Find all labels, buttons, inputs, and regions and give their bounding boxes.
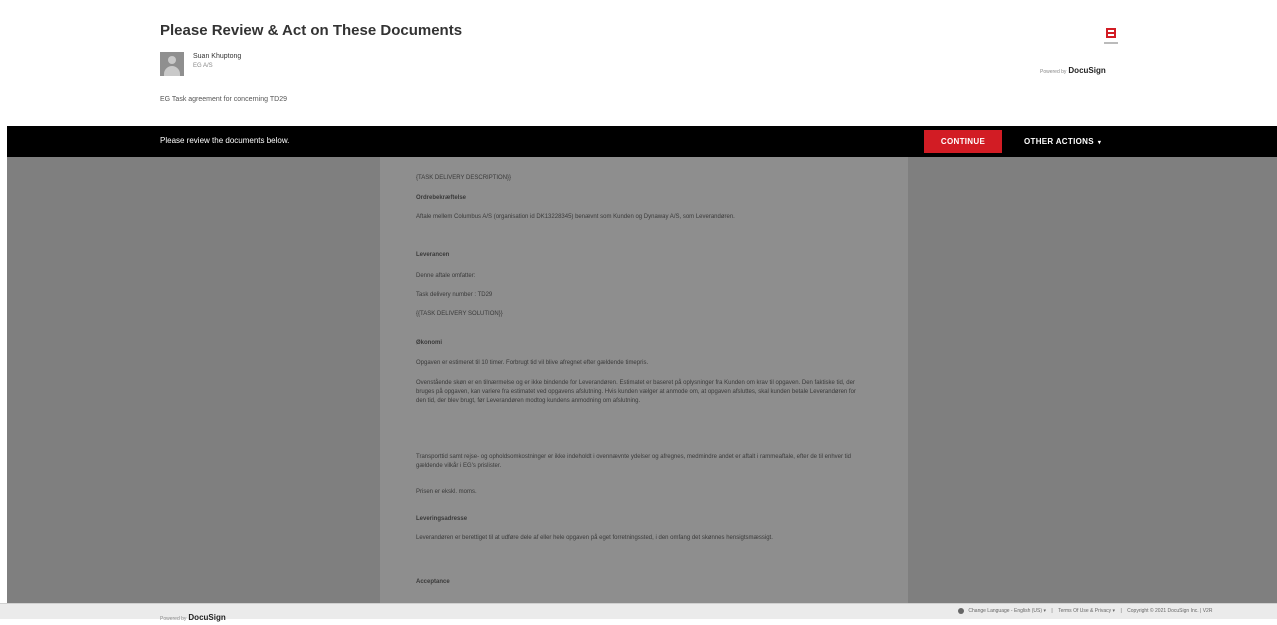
caret-down-icon: ▾ (1043, 608, 1046, 614)
doc-paragraph: Transporttid samt rejse- og opholdsomkos… (416, 454, 852, 469)
caret-down-icon: ▾ (1097, 140, 1102, 146)
powered-by-label: Powered by (160, 616, 187, 622)
company-logo-icon (1104, 28, 1118, 44)
continue-button[interactable]: CONTINUE (924, 130, 1002, 153)
change-language-link[interactable]: Change Language - English (US) (968, 608, 1042, 614)
footer-links: Change Language - English (US) ▾ | Terms… (958, 608, 1212, 614)
caret-down-icon: ▾ (1112, 608, 1116, 614)
separator: | (1120, 608, 1122, 614)
copyright-text: Copyright © 2021 DocuSign Inc. | V2R (1127, 608, 1213, 614)
doc-heading: Ordrebekræftelse (416, 195, 467, 201)
doc-line: Prisen er ekskl. moms. (416, 489, 477, 495)
sender-name: Suan Khuptong (193, 53, 242, 60)
footer: Powered by DocuSign Change Language - Eng… (0, 603, 1277, 622)
other-actions-label: OTHER ACTIONS (1024, 137, 1094, 146)
doc-paragraph: Leverandøren er berettiget til at udføre… (416, 535, 773, 541)
action-bar: Please review the documents below. CONTI… (7, 126, 1277, 157)
doc-heading: Leveringsadresse (416, 516, 468, 522)
doc-line: Opgaven er estimeret til 10 timer. Forbr… (416, 360, 649, 366)
powered-by-docusign: Powered by DocuSign (1040, 60, 1106, 78)
doc-line: {{TASK DELIVERY SOLUTION}} (416, 311, 503, 317)
doc-line: {TASK DELIVERY DESCRIPTION}} (416, 175, 512, 181)
docusign-logo: DocuSign (1068, 66, 1106, 75)
doc-heading: Acceptance (416, 579, 450, 585)
terms-link[interactable]: Terms Of Use & Privacy (1058, 608, 1111, 614)
doc-heading: Økonomi (416, 340, 443, 346)
powered-by-label: Powered by (1040, 69, 1067, 75)
globe-icon (958, 608, 964, 614)
doc-line: Aftale mellem Columbus A/S (organisation… (416, 214, 735, 220)
powered-by-docusign-footer: Powered by DocuSign (160, 607, 226, 625)
review-message: Please review the documents below. (160, 136, 290, 145)
doc-heading: Leverancen (416, 252, 450, 258)
separator: | (1051, 608, 1053, 614)
document-viewer[interactable]: {TASK DELIVERY DESCRIPTION}} Ordrebekræf… (7, 157, 1277, 603)
doc-paragraph: Ovenstående skøn er en tilnærmelse og er… (416, 380, 856, 404)
avatar-icon (160, 52, 184, 76)
document-page[interactable]: {TASK DELIVERY DESCRIPTION}} Ordrebekræf… (380, 157, 908, 603)
doc-line: Denne aftale omfatter: (416, 273, 476, 279)
envelope-subject: EG Task agreement for concerning TD29 (160, 96, 287, 103)
sender-company: EG A/S (193, 63, 213, 69)
page-title: Please Review & Act on These Documents (160, 22, 463, 39)
signing-header: Please Review & Act on These Documents S… (0, 0, 1277, 126)
other-actions-menu[interactable]: OTHER ACTIONS ▾ (1024, 130, 1101, 153)
doc-line: Task delivery number : TD29 (416, 292, 493, 298)
